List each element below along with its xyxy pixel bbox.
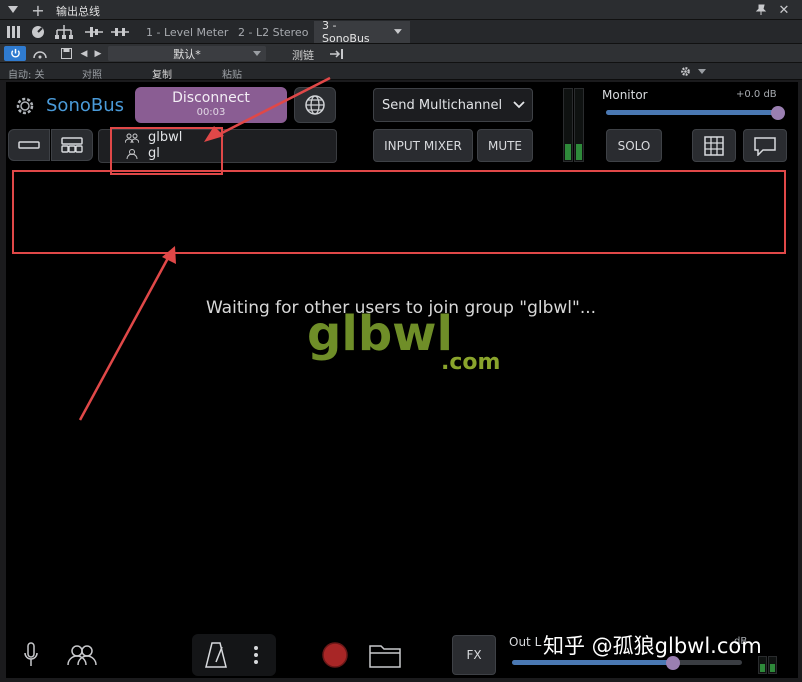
output-meter-right — [768, 656, 777, 674]
record-icon — [322, 642, 348, 668]
metronome-icon[interactable] — [202, 640, 230, 670]
microphone-icon[interactable] — [18, 640, 44, 670]
fx-button[interactable]: FX — [452, 635, 496, 675]
out-level-slider-fill — [512, 660, 673, 665]
watermark-credit: 知乎 @孤狼glbwl.com — [543, 634, 762, 658]
watermark-main: glbwl — [307, 306, 453, 362]
folder-icon[interactable] — [368, 640, 402, 670]
out-level-label: Out L — [509, 635, 542, 649]
more-options-icon[interactable] — [248, 640, 264, 670]
users-icon[interactable] — [64, 640, 100, 670]
watermark-sub: .com — [441, 350, 501, 375]
record-button[interactable] — [320, 640, 350, 670]
